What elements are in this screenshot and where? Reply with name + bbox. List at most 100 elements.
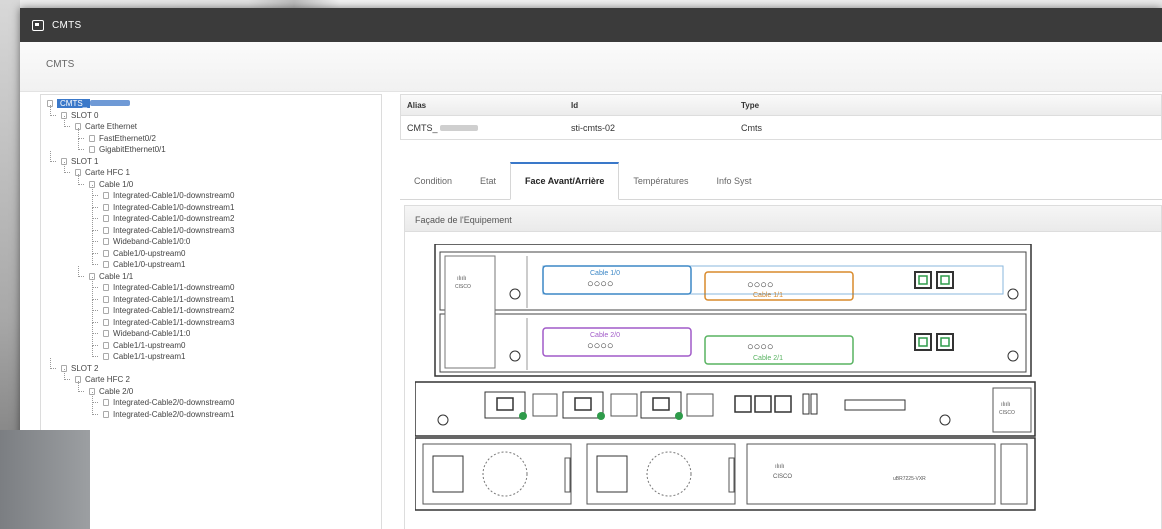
column-header-id[interactable]: Id bbox=[571, 101, 741, 110]
tree-connector bbox=[92, 277, 98, 288]
tree-node-label: Cable1/0-upstream0 bbox=[113, 248, 186, 258]
subheader: CMTS bbox=[20, 42, 1162, 92]
svg-text:Cable 1/1: Cable 1/1 bbox=[753, 292, 783, 299]
window-icon bbox=[32, 19, 44, 31]
tree-node-label: Integrated-Cable2/0-downstream1 bbox=[113, 409, 235, 419]
file-icon bbox=[103, 192, 109, 199]
tree-node-label: SLOT 1 bbox=[71, 156, 99, 166]
file-icon bbox=[103, 261, 109, 268]
tree-node[interactable]: Carte HFC 1 bbox=[41, 162, 381, 179]
tab-face-avant-arriere[interactable]: Face Avant/Arrière bbox=[510, 162, 620, 200]
tree-node-label: Integrated-Cable1/0-downstream2 bbox=[113, 214, 235, 223]
tree-connector bbox=[92, 403, 98, 415]
file-icon bbox=[103, 215, 109, 222]
tree-connector bbox=[92, 219, 98, 231]
tab-bar: Condition Etat Face Avant/Arrière Tempér… bbox=[400, 162, 1162, 200]
background-shadow bbox=[0, 430, 90, 529]
tree-connector bbox=[92, 323, 98, 334]
tree-connector bbox=[78, 173, 84, 185]
page-title: CMTS bbox=[46, 59, 75, 70]
tree-connector bbox=[92, 208, 98, 219]
tree-node[interactable]: GigabitEthernet0/1 bbox=[41, 139, 381, 156]
tree-node-label: GigabitEthernet0/1 bbox=[99, 145, 166, 154]
svg-text:○○○○: ○○○○ bbox=[587, 340, 614, 352]
tab-etat[interactable]: Etat bbox=[466, 162, 510, 199]
tree-node-label: Integrated-Cable1/1-downstream3 bbox=[113, 317, 235, 327]
tree-node[interactable]: SLOT 1 bbox=[41, 150, 381, 168]
tree-node-label: Integrated-Cable2/0-downstream0 bbox=[113, 398, 235, 407]
cell-alias: CMTS_ bbox=[401, 123, 571, 133]
tree-node-label: CMTS_ bbox=[57, 99, 91, 108]
cell-id: sti-cmts-02 bbox=[571, 122, 616, 133]
tree-connector bbox=[64, 162, 70, 173]
svg-text:CISCO: CISCO bbox=[455, 284, 471, 290]
front-chassis: ılıılı CISCO Cable 1/0 ○○○○ ○○○○ Cable 1… bbox=[434, 244, 1032, 377]
file-icon bbox=[103, 318, 109, 326]
svg-text:○○○○: ○○○○ bbox=[747, 279, 774, 291]
equipment-tree[interactable]: CMTS_ SLOT 0 Carte Ethernet FastEthernet0/2… bbox=[40, 94, 382, 529]
tree-node-label: SLOT 2 bbox=[71, 363, 99, 373]
tree-connector bbox=[50, 104, 56, 116]
file-icon bbox=[103, 341, 109, 349]
svg-text:Cable 1/0: Cable 1/0 bbox=[590, 270, 620, 277]
tree-connector bbox=[92, 334, 98, 346]
tree-node[interactable]: Carte HFC 2 bbox=[41, 369, 381, 386]
svg-text:ılıılı: ılıılı bbox=[457, 276, 467, 282]
svg-text:ılıılı: ılıılı bbox=[775, 464, 785, 470]
tab-info-syst[interactable]: Info Syst bbox=[702, 162, 765, 199]
tab-temperatures[interactable]: Températures bbox=[619, 162, 702, 199]
tree-node-label: FastEthernet0/2 bbox=[99, 133, 156, 143]
tree-node[interactable]: SLOT 2 bbox=[41, 357, 381, 375]
svg-text:Cable 2/1: Cable 2/1 bbox=[753, 355, 783, 362]
titlebar: CMTS bbox=[20, 8, 1162, 42]
rear-chassis: ılıılı CISCO ılıılı CISCO uBR7225-VXR bbox=[415, 381, 1036, 511]
file-icon bbox=[103, 353, 109, 360]
column-header-type[interactable]: Type bbox=[741, 101, 1161, 110]
tree-node-label: Integrated-Cable1/0-downstream1 bbox=[113, 202, 235, 212]
tree-node[interactable]: Cable1/1-upstream1 bbox=[41, 346, 381, 363]
file-icon bbox=[103, 284, 109, 291]
tree-node-label: Carte Ethernet bbox=[85, 122, 138, 131]
svg-text:uBR7225-VXR: uBR7225-VXR bbox=[893, 476, 926, 482]
svg-text:○○○○: ○○○○ bbox=[747, 341, 774, 353]
window-title: CMTS bbox=[52, 19, 82, 31]
tree-node[interactable]: FastEthernet0/2 bbox=[41, 127, 381, 145]
tree-connector bbox=[50, 150, 56, 162]
file-icon bbox=[103, 307, 109, 314]
tree-connector bbox=[92, 196, 98, 208]
tree-node-label: Wideband-Cable1/0:0 bbox=[113, 237, 191, 246]
tree-node[interactable]: Carte Ethernet bbox=[41, 116, 381, 133]
tree-node-label: Wideband-Cable1/1:0 bbox=[113, 329, 191, 338]
tree-connector bbox=[78, 127, 84, 139]
tree-connector bbox=[78, 380, 84, 392]
file-icon bbox=[103, 410, 109, 418]
svg-text:○○○○: ○○○○ bbox=[587, 278, 614, 290]
svg-text:ılıılı: ılıılı bbox=[1001, 402, 1011, 408]
tree-connector bbox=[92, 242, 98, 254]
tree-node[interactable]: SLOT 0 bbox=[41, 104, 381, 122]
tab-condition[interactable]: Condition bbox=[400, 162, 466, 199]
tree-connector bbox=[92, 231, 98, 242]
tree-connector bbox=[92, 254, 98, 265]
tree-connector bbox=[78, 265, 84, 277]
file-icon bbox=[103, 226, 109, 234]
svg-text:Cable 2/0: Cable 2/0 bbox=[590, 332, 620, 339]
equipment-panel: Façade de l'Equipement ılıılı CISCO Cabl… bbox=[404, 205, 1162, 529]
tree-connector bbox=[92, 311, 98, 323]
tree-node[interactable]: CMTS_ bbox=[41, 98, 381, 110]
tree-node[interactable]: Integrated-Cable2/0-downstream1 bbox=[41, 403, 381, 421]
tree-node[interactable]: Cable1/0-upstream1 bbox=[41, 254, 381, 271]
svg-text:CISCO: CISCO bbox=[773, 474, 792, 480]
file-icon bbox=[103, 295, 109, 303]
tree-node-label: SLOT 0 bbox=[71, 110, 99, 120]
panel-title: Façade de l'Equipement bbox=[405, 206, 1161, 232]
table-row[interactable]: CMTS_ sti-cmts-02 Cmts bbox=[400, 116, 1162, 140]
column-header-alias[interactable]: Alias bbox=[401, 101, 571, 110]
tree-node-label: Integrated-Cable1/1-downstream2 bbox=[113, 306, 235, 315]
tree-node-label: Integrated-Cable1/0-downstream0 bbox=[113, 191, 235, 200]
tree-connector bbox=[64, 116, 70, 127]
tree-connector bbox=[92, 346, 98, 357]
tree-connector bbox=[92, 300, 98, 311]
tree-node-label: Cable 1/1 bbox=[99, 271, 134, 281]
file-icon bbox=[103, 249, 109, 257]
